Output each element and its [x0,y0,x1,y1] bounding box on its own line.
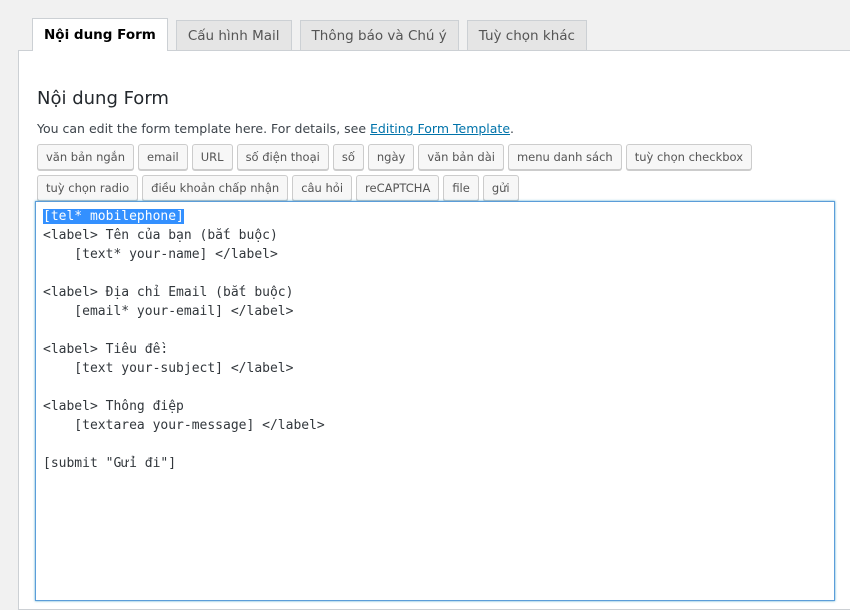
form-content-panel: Nội dung Form You can edit the form temp… [18,50,850,610]
panel-title: Nội dung Form [37,88,169,109]
form-template-editor[interactable]: [tel* mobilephone] <label> Tên của bạn (… [35,201,835,601]
editing-form-template-link[interactable]: Editing Form Template [370,121,510,136]
tab-form-content[interactable]: Nội dung Form [32,18,168,51]
intro-text: You can edit the form template here. For… [37,121,514,136]
intro-text-start: You can edit the form template here. For… [37,121,371,136]
tab-additional-settings[interactable]: Tuỳ chọn khác [466,20,587,50]
tag-button-file[interactable]: file [443,175,479,201]
selected-text: [tel* mobilephone] [43,209,184,224]
tag-button-quiz[interactable]: câu hỏi [292,175,353,201]
tag-button-tel[interactable]: số điện thoại [236,144,329,170]
tag-generator-buttons: văn bản ngắn email URL số điện thoại số … [37,144,837,206]
tag-button-email[interactable]: email [138,144,188,170]
editor-body-text: <label> Tên của bạn (bắt buộc) [text* yo… [43,228,325,471]
tag-button-url[interactable]: URL [191,144,233,170]
tag-button-date[interactable]: ngày [367,144,415,170]
tab-mail-settings[interactable]: Cấu hình Mail [175,20,292,50]
form-editor-tabs: Nội dung Form Cấu hình Mail Thông báo và… [18,18,587,51]
tag-button-radio[interactable]: tuỳ chọn radio [37,175,139,201]
tag-button-menu[interactable]: menu danh sách [507,144,622,170]
tag-button-text[interactable]: văn bản ngắn [37,144,135,170]
tag-button-recaptcha[interactable]: reCAPTCHA [356,175,440,201]
tag-button-number[interactable]: số [332,144,364,170]
tag-button-submit[interactable]: gửi [482,175,519,201]
tag-button-acceptance[interactable]: điều khoản chấp nhận [142,175,289,201]
tag-button-textarea[interactable]: văn bản dài [418,144,504,170]
intro-text-end: . [510,121,515,136]
tab-messages[interactable]: Thông báo và Chú ý [299,20,459,50]
tag-button-checkbox[interactable]: tuỳ chọn checkbox [625,144,753,170]
